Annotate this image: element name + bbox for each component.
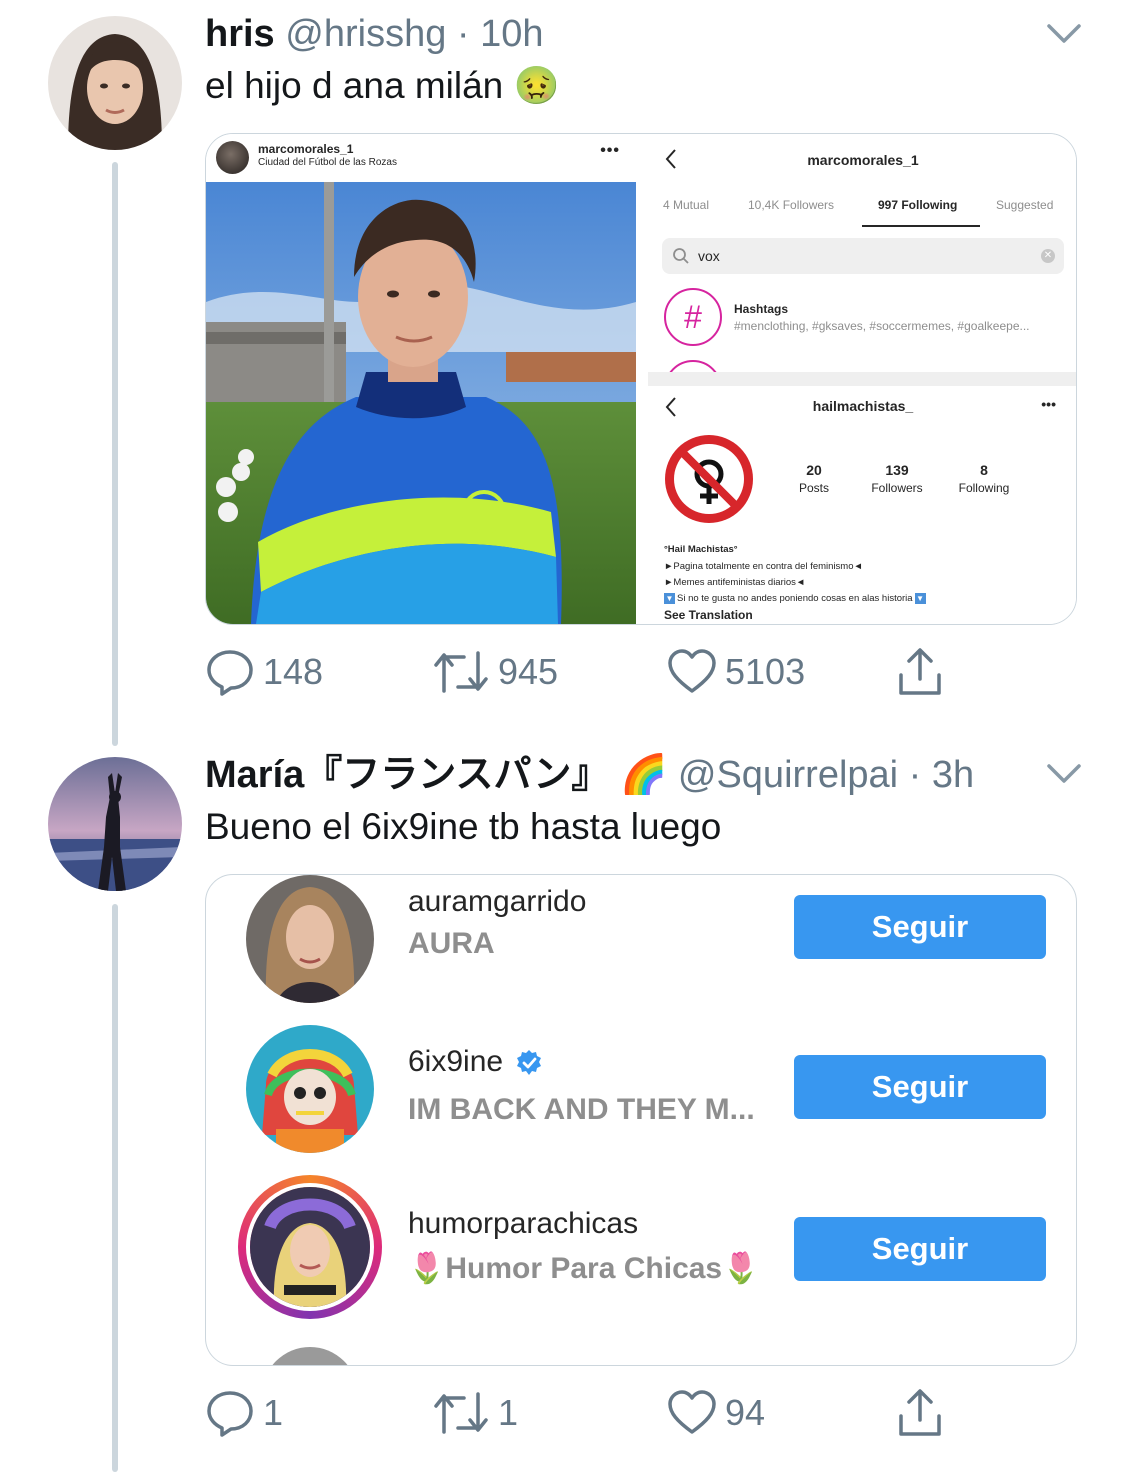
share-icon — [899, 1389, 941, 1436]
share-icon — [899, 648, 941, 695]
like-count: 5103 — [725, 651, 806, 692]
avatar — [246, 1183, 374, 1311]
stat-number: 20 — [806, 462, 822, 478]
avatar — [246, 875, 374, 1003]
retweet-count: 945 — [498, 651, 559, 692]
retweet-button[interactable]: 1 — [432, 1385, 518, 1441]
ig-post-username: marcomorales_1 — [258, 142, 354, 156]
reply-icon — [207, 1391, 253, 1437]
heart-icon — [668, 649, 716, 693]
hashtags-title: Hashtags — [734, 302, 789, 316]
display-name[interactable]: María『フランスパン』 — [205, 754, 609, 796]
tweet-media[interactable]: auramgarrido AURA Seguir 6ix9ine IM BACK… — [205, 874, 1077, 1366]
bio-line: ►Memes antifeministas diarios◄ — [664, 577, 806, 588]
verified-icon — [517, 1050, 542, 1076]
stat-label: Posts — [798, 481, 829, 495]
see-translation: See Translation — [664, 608, 753, 622]
suggestion-subtitle: 🌷Humor Para Chicas🌷 — [408, 1252, 760, 1285]
suggestion-username-wrap: 6ix9ine — [408, 1045, 543, 1079]
heart-icon — [668, 1390, 716, 1434]
like-count: 94 — [725, 1392, 766, 1433]
stat-label: Followers — [871, 481, 923, 495]
instagram-post-screenshot: marcomorales_1 Ciudad del Fútbol de las … — [206, 134, 636, 624]
follow-button[interactable]: Seguir — [794, 1055, 1046, 1119]
share-button[interactable] — [895, 644, 945, 700]
thread-line — [112, 162, 118, 746]
following-tabs: 4 Mutual 10,4K Followers 997 Following S… — [648, 196, 1076, 228]
display-name[interactable]: hris — [205, 13, 275, 55]
tab-suggested: Suggested — [996, 198, 1054, 212]
stat-number: 8 — [980, 462, 988, 478]
more-icon: ••• — [1041, 396, 1056, 412]
reply-icon — [207, 650, 253, 696]
hashtag-icon: # — [664, 288, 722, 346]
tweet-header: María『フランスパン』 🌈 @Squirrelpai · 3h — [205, 753, 974, 797]
suggestion-subtitle: AURA — [408, 927, 495, 960]
retweet-icon — [434, 651, 488, 693]
stat-label: Following — [958, 481, 1010, 495]
rainbow-icon: 🌈 — [619, 754, 668, 796]
bio-title: °Hail Machistas° — [664, 544, 738, 555]
ig-post-location: Ciudad del Fútbol de las Rozas — [258, 157, 397, 168]
tweet-text: el hijo d ana milán 🤢 — [205, 65, 560, 106]
suggestion-row: auramgarrido AURA Seguir — [206, 875, 1076, 1007]
profile-picture — [664, 434, 754, 524]
search-icon — [673, 248, 689, 264]
suggestion-username: 6ix9ine — [408, 1045, 504, 1078]
search-bar: vox ✕ — [662, 238, 1064, 274]
suggestion-username: humorparachicas — [408, 1207, 639, 1240]
avatar[interactable] — [48, 757, 182, 891]
divider — [648, 372, 1076, 386]
instagram-following-screenshot: marcomorales_1 4 Mutual 10,4K Followers … — [648, 134, 1076, 418]
avatar — [216, 141, 249, 174]
retweet-icon — [434, 1392, 488, 1434]
share-button[interactable] — [895, 1385, 945, 1441]
tab-followers: 10,4K Followers — [748, 198, 835, 212]
suggestion-row: 6ix9ine IM BACK AND THEY M... Seguir — [206, 1025, 1076, 1165]
reply-count: 148 — [263, 651, 324, 692]
more-icon: ••• — [600, 142, 620, 159]
stat-number: 139 — [885, 462, 909, 478]
bio-line-wrap: ▼ Si no te gusta no andes poniendo cosas… — [664, 593, 926, 604]
post-photo — [206, 182, 636, 624]
instagram-profile-screenshot: hailmachistas_ ••• 20 Posts 139 Follower… — [648, 386, 1076, 624]
thread-line — [112, 904, 118, 1472]
avatar[interactable] — [48, 16, 182, 150]
bio-line: ►Pagina totalmente en contra del feminis… — [664, 561, 863, 572]
tweet-actions: 148 945 5103 — [205, 644, 965, 700]
following-username: marcomorales_1 — [807, 152, 919, 168]
profile-username: hailmachistas_ — [812, 398, 914, 414]
suggestion-username: auramgarrido — [408, 885, 587, 918]
tab-following: 997 Following — [878, 198, 958, 212]
bio-line: Si no te gusta no andes poniendo cosas e… — [677, 593, 913, 604]
like-button[interactable]: 94 — [667, 1385, 765, 1441]
handle-and-time[interactable]: @Squirrelpai · 3h — [678, 754, 974, 796]
next-suggestion-avatar — [262, 1347, 358, 1365]
chevron-down-icon[interactable] — [1046, 22, 1082, 46]
clear-icon: ✕ — [1041, 249, 1055, 263]
reply-count: 1 — [263, 1392, 284, 1433]
tweet-media[interactable]: marcomorales_1 Ciudad del Fútbol de las … — [205, 133, 1077, 625]
follow-button[interactable]: Seguir — [794, 895, 1046, 959]
reply-button[interactable]: 1 — [205, 1385, 283, 1441]
tweet-actions: 1 1 94 — [205, 1385, 965, 1441]
follow-button[interactable]: Seguir — [794, 1217, 1046, 1281]
tab-indicator — [862, 225, 980, 227]
arrow-down-icon: ▼ — [914, 593, 926, 604]
hashtags-subtitle: #menclothing, #gksaves, #soccermemes, #g… — [734, 319, 1030, 333]
suggestion-subtitle: IM BACK AND THEY M... — [408, 1093, 755, 1126]
tweet-header: hris @hrisshg · 10h — [205, 12, 544, 56]
retweet-button[interactable]: 945 — [432, 644, 558, 700]
avatar — [246, 1025, 374, 1153]
arrow-down-icon: ▼ — [664, 593, 675, 604]
reply-button[interactable]: 148 — [205, 644, 323, 700]
handle-and-time[interactable]: @hrisshg · 10h — [285, 13, 543, 55]
retweet-count: 1 — [498, 1392, 519, 1433]
tweet-text: Bueno el 6ix9ine tb hasta luego — [205, 806, 722, 847]
like-button[interactable]: 5103 — [667, 644, 805, 700]
tab-mutual: 4 Mutual — [663, 198, 710, 212]
chevron-down-icon[interactable] — [1046, 762, 1082, 786]
suggestion-row: humorparachicas 🌷Humor Para Chicas🌷 Segu… — [206, 1175, 1076, 1319]
search-value: vox — [698, 248, 720, 264]
